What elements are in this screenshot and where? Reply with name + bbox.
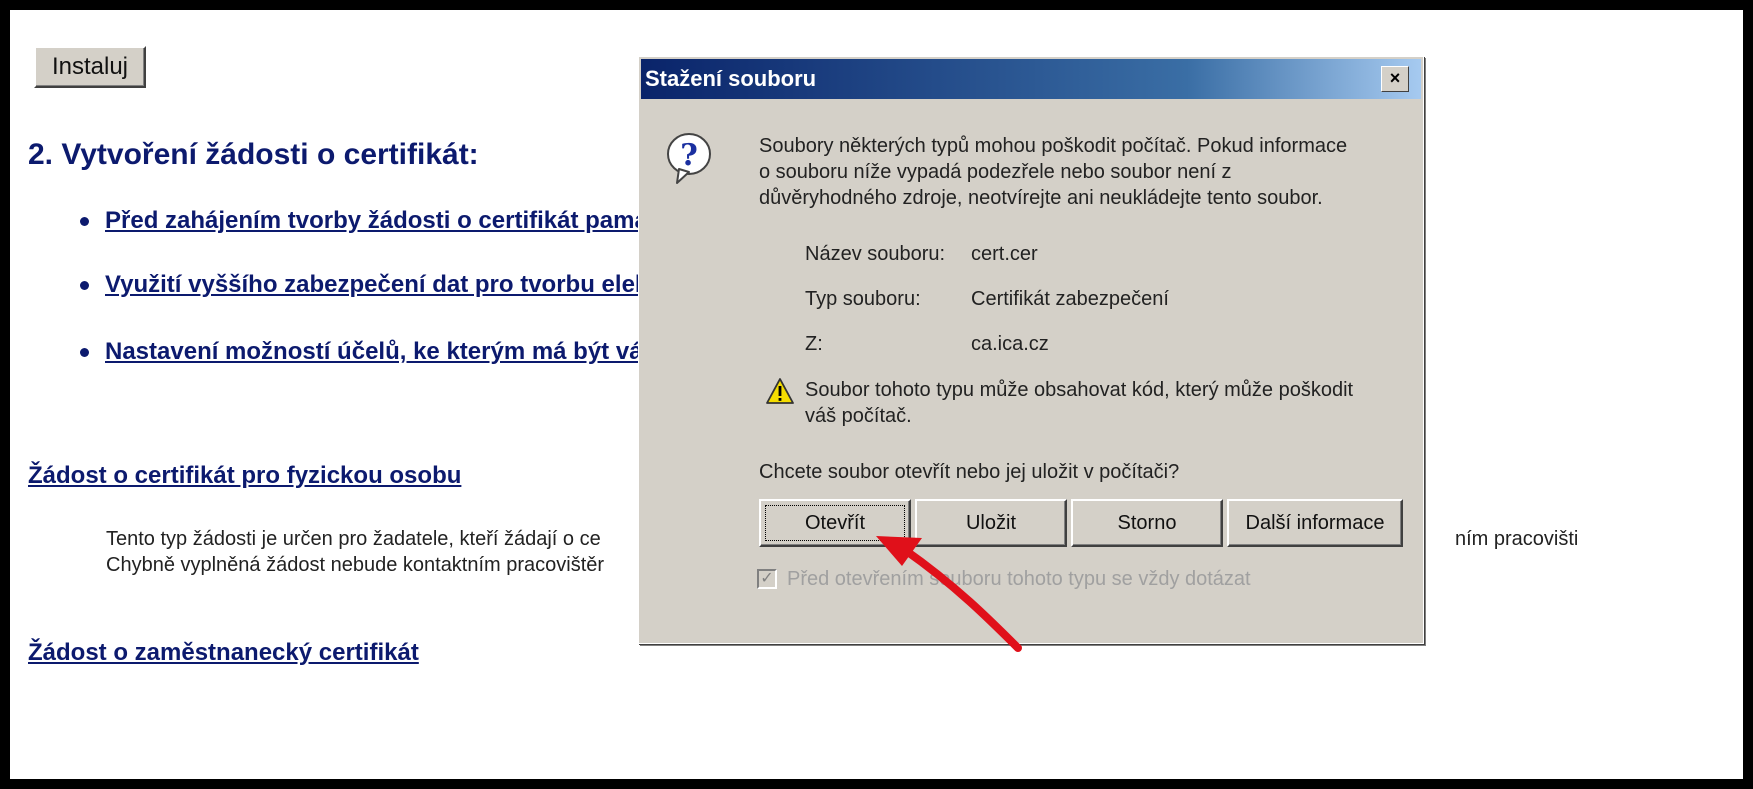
filetype-label: Typ souboru:: [805, 288, 921, 310]
from-value: ca.ica.cz: [971, 333, 1049, 355]
bullet-link-3[interactable]: Nastavení možností účelů, ke kterým má b…: [105, 338, 643, 365]
bullet-icon: [80, 217, 89, 227]
paragraph-line-1: Tento typ žádosti je určen pro žadatele,…: [106, 528, 601, 550]
intro-line-2: o souboru níže vypadá podezřele nebo sou…: [759, 161, 1232, 183]
warning-icon: [766, 378, 794, 404]
warning-line-2: váš počítač.: [805, 405, 912, 427]
warning-line-1: Soubor tohoto typu může obsahovat kód, k…: [805, 379, 1354, 401]
link-employee-certificate[interactable]: Žádost o zaměstnanecký certifikát: [28, 639, 419, 667]
link-personal-certificate[interactable]: Žádost o certifikát pro fyzickou osobu: [28, 462, 461, 490]
more-info-button[interactable]: Další informace: [1227, 499, 1403, 547]
dialog-title: Stažení souboru: [645, 66, 817, 91]
section-heading: 2. Vytvoření žádosti o certifikát:: [28, 138, 479, 171]
download-dialog: Stažení souboru × ? Soubory některých ty…: [638, 56, 1424, 644]
filename-value: cert.cer: [971, 243, 1038, 265]
cancel-button[interactable]: Storno: [1071, 499, 1223, 547]
bullet-icon: [80, 348, 89, 358]
question-icon: ?: [667, 133, 711, 184]
question-text: Chcete soubor otevřít nebo jej uložit v …: [759, 461, 1180, 483]
list-item: Nastavení možností účelů, ke kterým má b…: [80, 338, 643, 366]
paragraph-right-fragment: ním pracovišti: [1455, 528, 1579, 550]
intro-line-3: důvěryhodného zdroje, neotvírejte ani ne…: [759, 187, 1323, 209]
install-button[interactable]: Instaluj: [34, 46, 146, 88]
bullet-link-2[interactable]: Využití vyššího zabezpečení dat pro tvor…: [105, 271, 648, 298]
always-ask-label: Před otevřením souboru tohoto typu se vž…: [787, 568, 1251, 590]
bullet-icon: [80, 281, 89, 291]
intro-line-1: Soubory některých typů mohou poškodit po…: [759, 135, 1348, 157]
dialog-titlebar[interactable]: Stažení souboru ×: [641, 59, 1421, 99]
open-button[interactable]: Otevřít: [759, 499, 911, 547]
always-ask-checkbox[interactable]: ✓: [757, 569, 777, 589]
filetype-value: Certifikát zabezpečení: [971, 288, 1169, 310]
svg-text:?: ?: [680, 138, 698, 173]
from-label: Z:: [805, 333, 823, 355]
list-item: Před zahájením tvorby žádosti o certifik…: [80, 207, 648, 235]
close-button[interactable]: ×: [1381, 66, 1409, 92]
filename-label: Název souboru:: [805, 243, 946, 265]
list-item: Využití vyššího zabezpečení dat pro tvor…: [80, 271, 648, 299]
paragraph-line-2: Chybně vyplněná žádost nebude kontaktním…: [106, 554, 605, 576]
browser-page: Instaluj 2. Vytvoření žádosti o certifik…: [10, 10, 1743, 779]
save-button[interactable]: Uložit: [915, 499, 1067, 547]
bullet-link-1[interactable]: Před zahájením tvorby žádosti o certifik…: [105, 207, 648, 234]
